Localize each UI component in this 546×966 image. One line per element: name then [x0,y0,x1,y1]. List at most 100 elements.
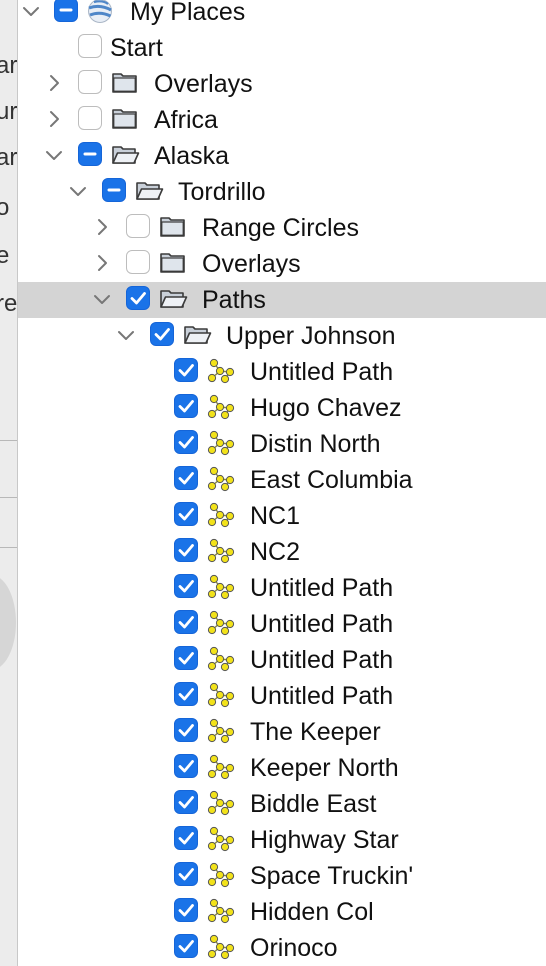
visibility-checkbox[interactable] [174,430,198,454]
tree-item-label: NC1 [250,502,301,530]
left-pane-text: e [0,238,9,274]
path-item[interactable]: East Columbia [18,462,546,498]
tree-item-label: Upper Johnson [226,322,396,350]
tree-item-paths[interactable]: Paths [18,282,546,318]
tree-item-range-circles[interactable]: Range Circles [18,210,546,246]
visibility-checkbox[interactable] [174,718,198,742]
chevron-right-icon[interactable] [43,72,65,94]
divider [0,547,17,548]
visibility-checkbox[interactable] [78,106,102,130]
path-icon [206,610,236,636]
chevron-down-icon[interactable] [43,144,65,166]
path-icon [206,358,236,384]
tree-item-overlays[interactable]: Overlays [18,66,546,102]
visibility-checkbox[interactable] [174,898,198,922]
visibility-checkbox[interactable] [174,754,198,778]
visibility-checkbox[interactable] [126,214,150,238]
visibility-checkbox[interactable] [174,574,198,598]
tree-item-alaska[interactable]: Alaska [18,138,546,174]
visibility-checkbox[interactable] [102,178,126,202]
path-icon [206,898,236,924]
path-item[interactable]: Highway Star [18,822,546,858]
visibility-checkbox[interactable] [174,466,198,490]
path-item[interactable]: NC2 [18,534,546,570]
tree-item-start[interactable]: Start [18,30,546,66]
path-icon [206,826,236,852]
tree-item-overlays[interactable]: Overlays [18,246,546,282]
tree-item-label: Untitled Path [250,358,394,386]
chevron-down-icon[interactable] [91,288,113,310]
chevron-down-icon[interactable] [67,180,89,202]
visibility-checkbox[interactable] [174,862,198,886]
tree-item-label: My Places [130,0,246,26]
tree-item-label: Untitled Path [250,610,394,638]
path-icon [206,538,236,564]
chevron-right-icon[interactable] [43,108,65,130]
visibility-checkbox[interactable] [78,70,102,94]
tree-item-label: Paths [202,286,266,314]
visibility-checkbox[interactable] [174,358,198,382]
tree-item-africa[interactable]: Africa [18,102,546,138]
path-item[interactable]: Hidden Col [18,894,546,930]
path-icon [206,754,236,780]
path-item[interactable]: Distin North [18,426,546,462]
visibility-checkbox[interactable] [174,538,198,562]
visibility-checkbox[interactable] [174,394,198,418]
visibility-checkbox[interactable] [174,610,198,634]
folder-open-icon [182,322,212,348]
tree-item-label: The Keeper [250,718,381,746]
path-item[interactable]: Space Truckin' [18,858,546,894]
chevron-right-icon[interactable] [91,216,113,238]
tree-item-label: NC2 [250,538,301,566]
folder-open-icon [158,286,188,312]
left-pane-text: ar [0,52,18,79]
path-icon [206,502,236,528]
tree-item-label: East Columbia [250,466,413,494]
tree-item-tordrillo[interactable]: Tordrillo [18,174,546,210]
path-item[interactable]: Untitled Path [18,354,546,390]
tree-item-label: Overlays [154,70,253,98]
visibility-checkbox[interactable] [174,646,198,670]
tree-item-upper-johnson[interactable]: Upper Johnson [18,318,546,354]
left-pane-text: ur [0,98,18,125]
path-item[interactable]: Biddle East [18,786,546,822]
tree-item-label: Untitled Path [250,574,394,602]
path-item[interactable]: The Keeper [18,714,546,750]
chevron-down-icon[interactable] [20,0,42,22]
chevron-right-icon[interactable] [91,252,113,274]
folder-open-icon [134,178,164,204]
path-icon [206,646,236,672]
tree-item-label: Start [110,34,163,62]
path-item[interactable]: Orinoco [18,930,546,966]
visibility-checkbox[interactable] [174,682,198,706]
path-item[interactable]: NC1 [18,498,546,534]
path-icon [206,430,236,456]
path-item[interactable]: Hugo Chavez [18,390,546,426]
path-item[interactable]: Untitled Path [18,642,546,678]
divider [0,440,17,441]
visibility-checkbox[interactable] [174,502,198,526]
divider [0,497,17,498]
left-pane: ar ur ar o e re [0,0,18,966]
visibility-checkbox[interactable] [174,934,198,958]
tree-item-label: Tordrillo [178,178,266,206]
visibility-checkbox[interactable] [174,826,198,850]
visibility-checkbox[interactable] [126,286,150,310]
visibility-checkbox[interactable] [78,142,102,166]
visibility-checkbox[interactable] [78,34,102,58]
path-item[interactable]: Keeper North [18,750,546,786]
tree-item-my-places[interactable]: My Places [18,0,546,30]
path-icon [206,394,236,420]
path-item[interactable]: Untitled Path [18,606,546,642]
left-pane-text: re [0,290,18,317]
visibility-checkbox[interactable] [174,790,198,814]
tree-item-label: Africa [154,106,218,134]
visibility-checkbox[interactable] [126,250,150,274]
chevron-down-icon[interactable] [115,324,137,346]
tree-item-label: Alaska [154,142,230,170]
visibility-checkbox[interactable] [150,322,174,346]
visibility-checkbox[interactable] [54,0,78,22]
path-item[interactable]: Untitled Path [18,678,546,714]
path-item[interactable]: Untitled Path [18,570,546,606]
partial-button[interactable] [0,575,16,670]
